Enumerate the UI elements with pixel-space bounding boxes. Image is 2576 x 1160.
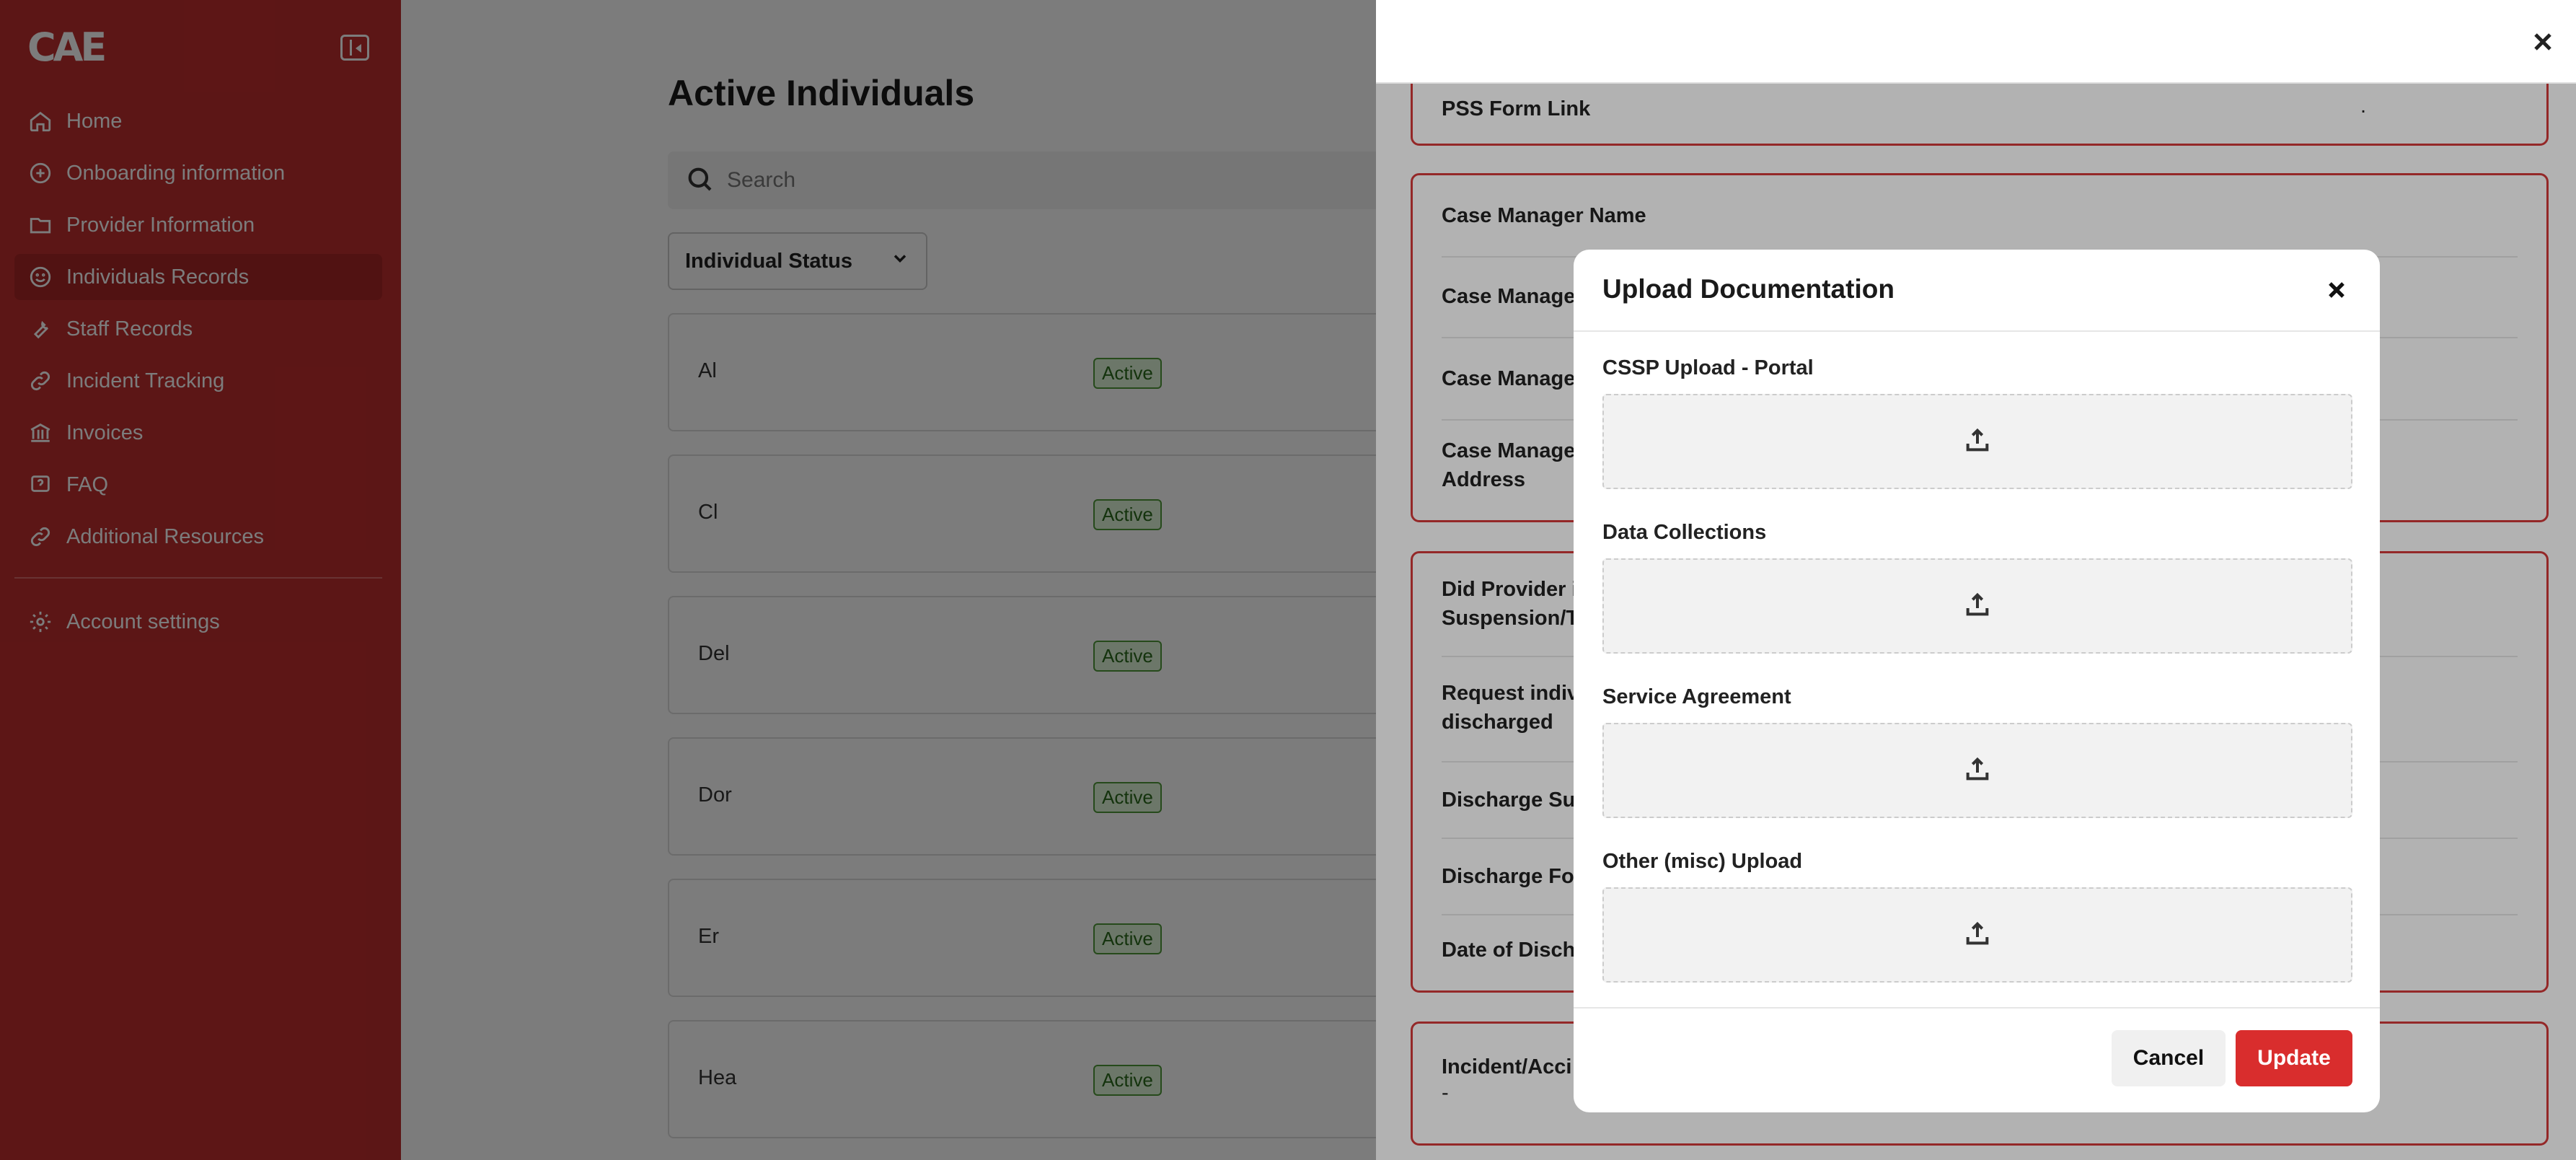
upload-field-other: Other (misc) Upload [1602, 847, 2352, 983]
upload-field-label: Data Collections [1602, 521, 1767, 544]
upload-icon [1963, 755, 1992, 787]
close-icon[interactable] [2324, 277, 2350, 303]
cancel-button[interactable]: Cancel [2112, 1030, 2226, 1086]
modal-footer: Cancel Update [1574, 1007, 2380, 1112]
upload-field-label: Other (misc) Upload [1602, 850, 1803, 873]
upload-field-data-collections: Data Collections [1602, 518, 2352, 654]
close-icon[interactable] [2528, 27, 2557, 56]
modal-title: Upload Documentation [1602, 274, 1894, 304]
upload-field-service-agreement: Service Agreement [1602, 682, 2352, 818]
upload-documentation-modal: Upload Documentation CSSP Upload - Porta… [1574, 250, 2380, 1112]
upload-field-cssp: CSSP Upload - Portal [1602, 353, 2352, 489]
service-agreement-dropzone[interactable] [1602, 723, 2352, 818]
upload-icon [1963, 426, 1992, 458]
panel-header [1376, 0, 2576, 84]
data-collections-dropzone[interactable] [1602, 558, 2352, 654]
modal-header: Upload Documentation [1574, 250, 2380, 332]
upload-field-label: Service Agreement [1602, 685, 1791, 708]
upload-field-label: CSSP Upload - Portal [1602, 356, 1814, 379]
cssp-dropzone[interactable] [1602, 394, 2352, 489]
other-dropzone[interactable] [1602, 887, 2352, 983]
upload-icon [1963, 590, 1992, 623]
update-button[interactable]: Update [2236, 1030, 2352, 1086]
upload-icon [1963, 919, 1992, 952]
app-root: CAE Home Onboarding information Provider… [0, 0, 2576, 1160]
